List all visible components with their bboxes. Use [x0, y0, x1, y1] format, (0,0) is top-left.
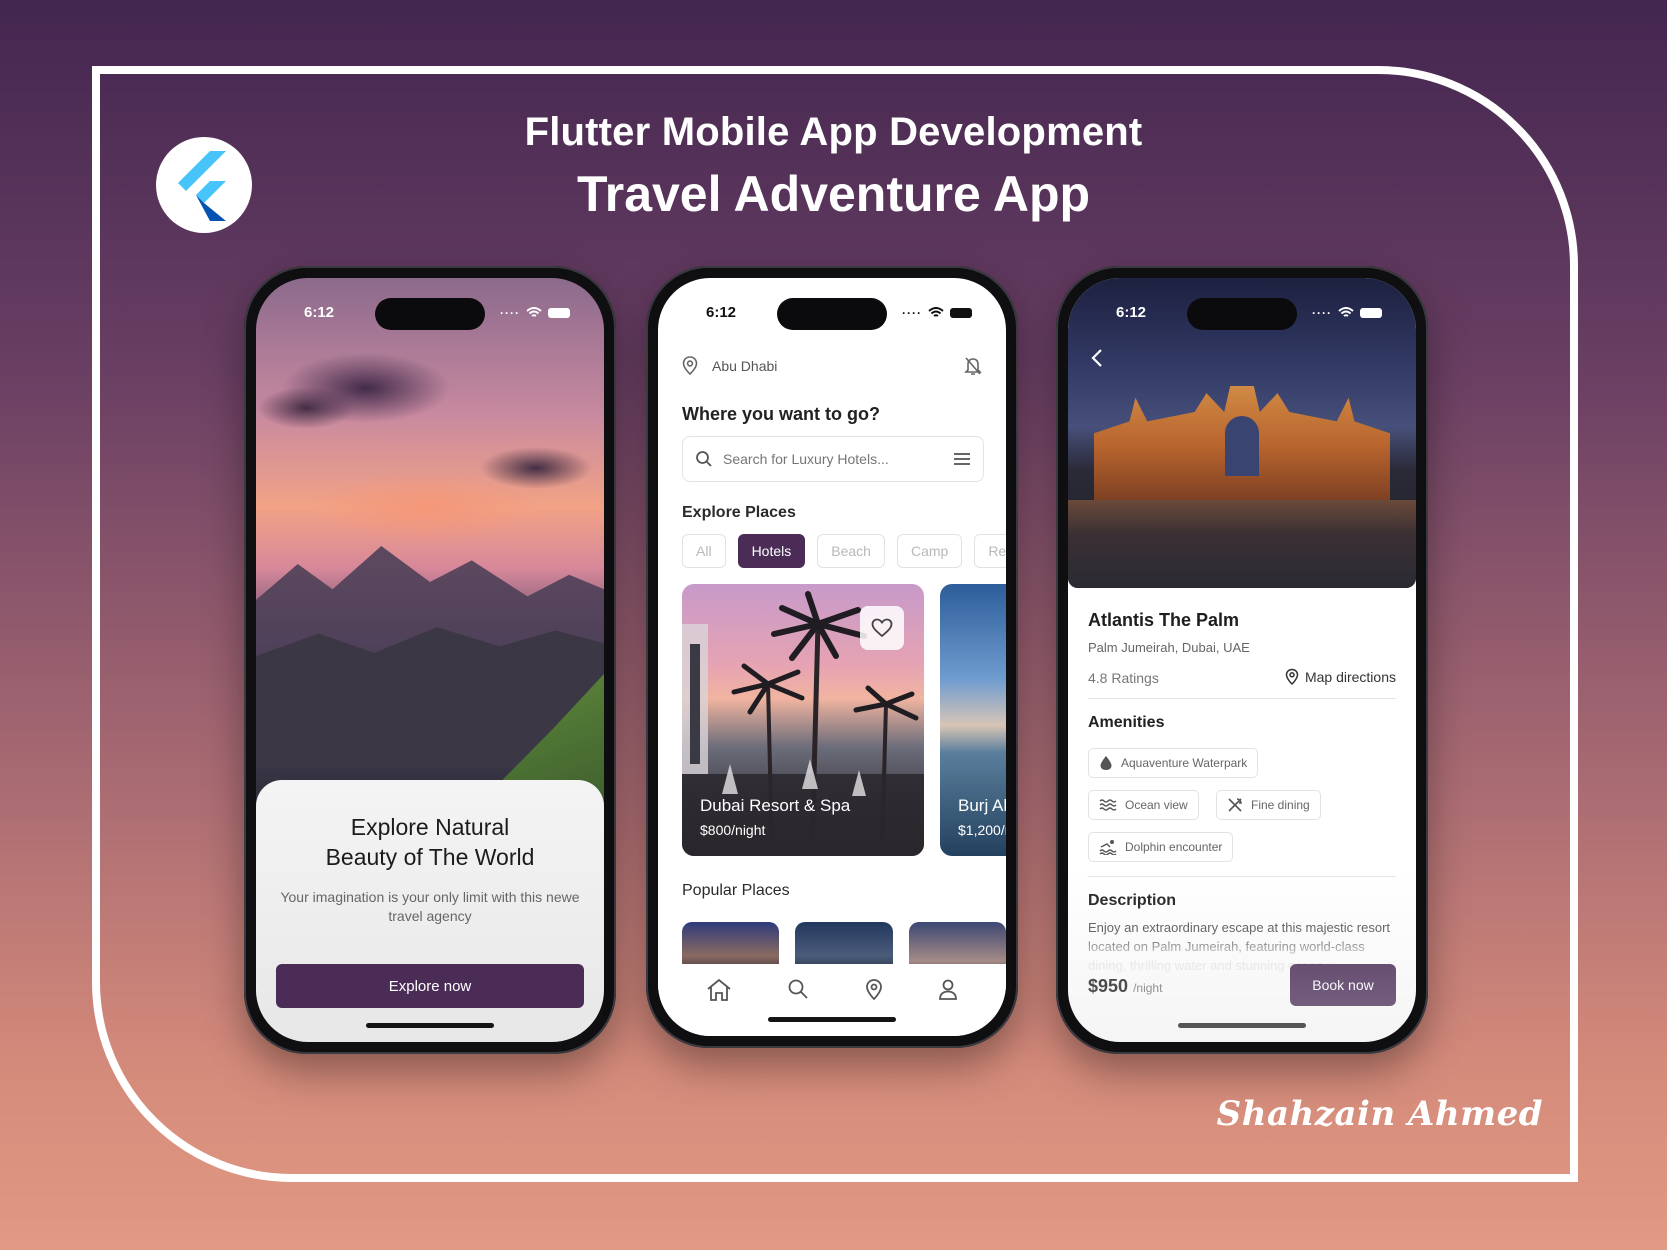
page-title: Where you want to go?: [682, 404, 880, 424]
dynamic-island: [777, 298, 887, 330]
utensils-icon: [1228, 798, 1242, 812]
location-pin-icon[interactable]: [865, 978, 883, 1002]
search-bar[interactable]: [682, 436, 984, 482]
onboarding-title: Explore Natural Beauty of The World: [256, 812, 604, 872]
author-signature: Shahzain Ahmed: [1216, 1094, 1543, 1134]
water-reflection: [1068, 500, 1416, 588]
home-indicator[interactable]: [366, 1023, 494, 1028]
battery-icon: [548, 308, 570, 318]
search-input[interactable]: [723, 448, 933, 470]
wifi-icon: [526, 307, 542, 317]
divider: [1088, 698, 1396, 699]
map-directions-label: Map directions: [1304, 669, 1396, 685]
location-row[interactable]: Abu Dhabi: [682, 356, 982, 376]
chip-camp[interactable]: Camp: [896, 534, 963, 568]
place-price: $800/night: [700, 822, 766, 838]
place-card-burj-al[interactable]: Burj Al $1,200/r: [940, 584, 1006, 856]
home-screen: 6:12 ···· Abu Dhabi Where you want to go…: [658, 278, 1006, 1036]
signal-icon: ····: [1312, 306, 1332, 320]
current-location: Abu Dhabi: [712, 358, 778, 374]
dynamic-island: [1187, 298, 1297, 330]
heart-icon: [871, 618, 893, 638]
banner-subheadline: Travel Adventure App: [576, 166, 1091, 222]
wifi-icon: [1338, 307, 1354, 317]
onboarding-screen: 6:12 ···· Explore Natural Beauty of The …: [256, 278, 604, 1042]
battery-icon: [950, 308, 972, 318]
back-chevron-icon[interactable]: [1090, 348, 1104, 368]
profile-icon[interactable]: [938, 978, 958, 1000]
onboarding-title-line2: Beauty of The World: [325, 844, 535, 870]
phone-detail: 6:12 ···· Atlantis The Palm Palm Jumeira…: [1056, 266, 1428, 1054]
signal-icon: ····: [902, 306, 922, 320]
onboarding-title-line1: Explore Natural: [350, 814, 510, 840]
filter-menu-icon[interactable]: [953, 452, 971, 466]
status-icons: ····: [500, 306, 570, 320]
atlantis-arch: [1225, 416, 1259, 476]
amenity-label: Dolphin encounter: [1125, 840, 1223, 854]
phone-onboarding: 6:12 ···· Explore Natural Beauty of The …: [244, 266, 616, 1054]
home-indicator[interactable]: [768, 1017, 896, 1022]
explore-places-title: Explore Places: [682, 504, 796, 521]
place-card-dubai-resort[interactable]: Dubai Resort & Spa $800/night: [682, 584, 924, 856]
search-icon[interactable]: [787, 978, 809, 1000]
status-time: 6:12: [1116, 304, 1147, 321]
waves-icon: [1099, 799, 1117, 811]
swimmer-icon: [1099, 840, 1117, 855]
signal-icon: ····: [500, 306, 520, 320]
detail-screen: 6:12 ···· Atlantis The Palm Palm Jumeira…: [1068, 278, 1416, 1042]
status-icons: ····: [902, 306, 972, 320]
amenity-label: Ocean view: [1125, 798, 1188, 812]
amenity-aquaventure: Aquaventure Waterpark: [1088, 748, 1259, 778]
price-per-night: $950 /night: [1088, 976, 1162, 997]
status-time: 6:12: [706, 304, 737, 321]
amenity-ocean-view: Ocean view: [1088, 790, 1199, 820]
price-value: $950: [1088, 976, 1129, 996]
amenities-title: Amenities: [1088, 714, 1165, 731]
status-time: 6:12: [304, 304, 335, 321]
dynamic-island: [375, 298, 485, 330]
amenity-fine-dining: Fine dining: [1216, 790, 1321, 820]
favorite-button[interactable]: [860, 606, 904, 650]
amenity-dolphin: Dolphin encounter: [1088, 832, 1234, 862]
place-name: Dubai Resort & Spa: [700, 796, 851, 815]
hotel-title: Atlantis The Palm: [1088, 610, 1240, 630]
popular-places-title: Popular Places: [682, 882, 790, 899]
divider: [1088, 876, 1396, 877]
place-price: $1,200/r: [958, 822, 1006, 838]
location-pin-icon: [682, 356, 698, 376]
hotel-location: Palm Jumeirah, Dubai, UAE: [1088, 640, 1250, 655]
home-indicator[interactable]: [1178, 1023, 1306, 1028]
search-icon: [696, 451, 712, 467]
bottom-navigation: [658, 964, 1006, 1036]
phone-home: 6:12 ···· Abu Dhabi Where you want to go…: [646, 266, 1018, 1048]
place-name: Burj Al: [958, 796, 1006, 815]
hotel-rating: 4.8 Ratings: [1088, 670, 1159, 686]
battery-icon: [1360, 308, 1382, 318]
wifi-icon: [928, 307, 944, 317]
chip-beach[interactable]: Beach: [817, 534, 885, 568]
notification-bell-off-icon[interactable]: [964, 356, 982, 376]
chip-hotels[interactable]: Hotels: [737, 534, 806, 568]
onboarding-subtitle: Your imagination is your only limit with…: [280, 889, 580, 924]
book-now-button[interactable]: Book now: [1290, 964, 1396, 1006]
category-chips: All Hotels Beach Camp Res: [682, 534, 1006, 568]
chip-res[interactable]: Res: [974, 534, 1006, 568]
explore-now-button[interactable]: Explore now: [276, 964, 584, 1008]
banner-headline: Flutter Mobile App Development: [524, 110, 1143, 154]
onboarding-card: Explore Natural Beauty of The World Your…: [256, 780, 604, 1042]
description-title: Description: [1088, 892, 1177, 909]
status-icons: ····: [1312, 306, 1382, 320]
home-icon[interactable]: [706, 978, 732, 1002]
price-unit: /night: [1133, 981, 1163, 995]
water-drop-icon: [1100, 756, 1112, 770]
location-pin-icon: [1285, 668, 1299, 686]
amenity-label: Fine dining: [1251, 798, 1310, 812]
map-directions-link[interactable]: Map directions: [1285, 668, 1396, 686]
amenity-label: Aquaventure Waterpark: [1121, 756, 1248, 770]
chip-all[interactable]: All: [682, 534, 726, 568]
